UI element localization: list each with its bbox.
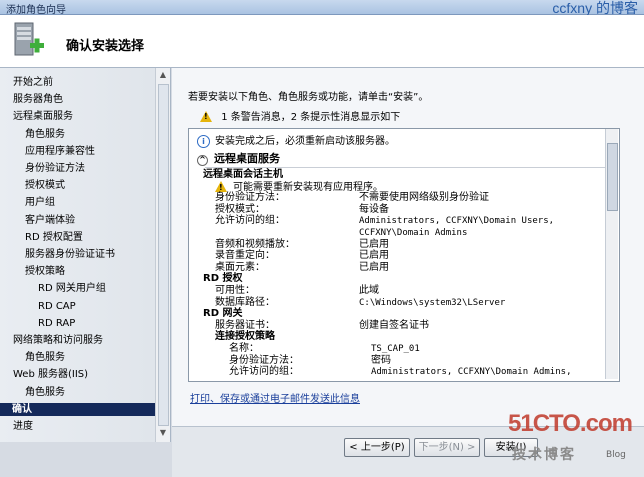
sidebar-step[interactable]: RD CAP xyxy=(38,300,76,313)
sidebar-step[interactable]: 服务器身份验证证书 xyxy=(25,248,115,261)
summary-heading: 连接授权策略 xyxy=(215,331,275,343)
setting-label: 名称： xyxy=(229,343,259,354)
line-text: RD 网关 xyxy=(203,308,243,320)
setting-value: 已启用 xyxy=(359,238,389,250)
brand-subtitle: 技术博客 xyxy=(512,447,576,463)
next-button[interactable]: 下一步(N) > xyxy=(414,438,480,457)
sidebar-step[interactable]: 服务器角色 xyxy=(13,93,63,106)
sidebar-step[interactable]: 角色服务 xyxy=(25,351,65,364)
scroll-up-icon[interactable]: ▲ xyxy=(158,70,168,80)
page-title: 确认安装选择 xyxy=(66,39,145,54)
brand-blog: Blog xyxy=(606,450,626,460)
line-text: 远程桌面会话主机 xyxy=(203,169,283,180)
setting-label: 可用性： xyxy=(215,285,255,296)
setting-value: Administrators, CCFXNY\Domain Users, xyxy=(359,216,555,227)
sidebar-step[interactable]: Web 服务器(IIS) xyxy=(13,368,88,381)
warning-icon xyxy=(215,180,227,194)
window-title: 添加角色向导 xyxy=(6,5,66,16)
sidebar-step[interactable]: 进度 xyxy=(13,420,33,433)
sidebar-step[interactable]: 网络策略和访问服务 xyxy=(13,334,103,347)
sidebar-scroll-thumb[interactable] xyxy=(158,84,169,426)
setting-label: 数据库路径： xyxy=(215,296,275,308)
setting-value: 创建自签名证书 xyxy=(359,319,429,331)
wizard-step-list: 开始之前 服务器角色 远程桌面服务 角色服务 应用程序兼容性 身份验证方法 授权模式 用户组客… xyxy=(0,68,171,442)
setting-value: CCFXNY\Domain Admins xyxy=(359,228,468,238)
section-divider xyxy=(205,167,605,168)
sidebar-scrollbar[interactable]: ▲ ▼ xyxy=(155,68,170,442)
print-save-email-link[interactable]: 打印、保存或通过电子邮件发送此信息 xyxy=(190,390,360,405)
restart-notice: i 安装完成之后，必须重新启动该服务器。 xyxy=(197,135,395,148)
intro-text: 若要安装以下角色、角色服务或功能，请单击“安装”。 xyxy=(188,92,429,103)
setting-value: 已启用 xyxy=(359,261,389,273)
setting-value: Administrators, CCFXNY\Domain Admins, xyxy=(371,367,572,378)
setting-label: 桌面元素： xyxy=(215,261,265,273)
line-text: 可能需要重新安装现有应用程序。 xyxy=(233,181,383,193)
sidebar-step[interactable]: 开始之前 xyxy=(13,76,53,89)
info-icon: i xyxy=(197,135,210,148)
collapse-icon[interactable]: ^ xyxy=(197,155,208,166)
panel-scroll-thumb[interactable] xyxy=(607,143,618,211)
sidebar-step[interactable]: 角色服务 xyxy=(25,386,65,399)
previous-button[interactable]: < 上一步(P) xyxy=(344,438,410,457)
server-add-icon xyxy=(14,22,44,56)
setting-label: 服务器证书： xyxy=(215,319,275,331)
sidebar-step[interactable]: 角色服务 xyxy=(25,128,65,141)
sidebar-step[interactable]: 客户端体验 xyxy=(25,214,75,227)
setting-value: 不需要使用网络级别身份验证 xyxy=(359,192,489,204)
sidebar-step[interactable]: 远程桌面服务 xyxy=(13,110,73,123)
sidebar-step[interactable]: RD RAP xyxy=(38,317,75,330)
brand-logo: 51CTO.com xyxy=(508,410,633,437)
section-header[interactable]: ^ 远程桌面服务 xyxy=(197,153,280,166)
setting-label: 允许访问的组： xyxy=(229,366,299,378)
setting-value: 密码 xyxy=(371,354,391,366)
setting-value: TS_CAP_01 xyxy=(371,344,420,354)
sidebar-step[interactable]: 授权策略 xyxy=(25,265,65,278)
sidebar-step[interactable]: RD 网关用户组 xyxy=(38,282,106,295)
setting-label: 授权模式： xyxy=(215,203,265,215)
setting-label: 允许访问的组： xyxy=(215,215,285,227)
scroll-down-icon[interactable]: ▼ xyxy=(158,428,168,438)
panel-scrollbar[interactable] xyxy=(605,129,618,379)
line-text: 连接授权策略 xyxy=(215,331,275,343)
setting-label: 身份验证方法： xyxy=(229,354,299,366)
title-bar: 添加角色向导 xyxy=(0,0,644,16)
summary-heading: 远程桌面会话主机 xyxy=(203,169,283,181)
sidebar-step[interactable]: RD 授权配置 xyxy=(25,231,83,244)
sidebar-step[interactable]: 确认 xyxy=(0,402,166,416)
sidebar-step[interactable]: 身份验证方法 xyxy=(25,162,85,175)
warning-summary: 1 条警告消息，2 条提示性消息显示如下 xyxy=(200,108,400,123)
setting-value: 此域 xyxy=(359,285,379,296)
warning-icon xyxy=(200,111,212,122)
line-text: RD 授权 xyxy=(203,273,243,285)
wizard-header: 确认安装选择 xyxy=(0,15,644,68)
setting-label: 身份验证方法： xyxy=(215,192,285,204)
setting-label: 音频和视频播放： xyxy=(215,238,295,250)
warning-summary-text: 1 条警告消息，2 条提示性消息显示如下 xyxy=(221,112,401,123)
sidebar-step[interactable]: 应用程序兼容性 xyxy=(25,145,95,158)
setting-value: 每设备 xyxy=(359,203,389,215)
setting-value: 已启用 xyxy=(359,250,389,262)
setting-label: 录音重定向： xyxy=(215,250,275,262)
setting-value: C:\Windows\system32\LServer xyxy=(359,297,506,308)
summary-heading: RD 授权 xyxy=(203,273,242,285)
sidebar-step[interactable]: 授权模式 xyxy=(25,179,65,192)
sidebar-step[interactable]: 用户组 xyxy=(25,196,55,209)
summary-heading: RD 网关 xyxy=(203,308,242,320)
